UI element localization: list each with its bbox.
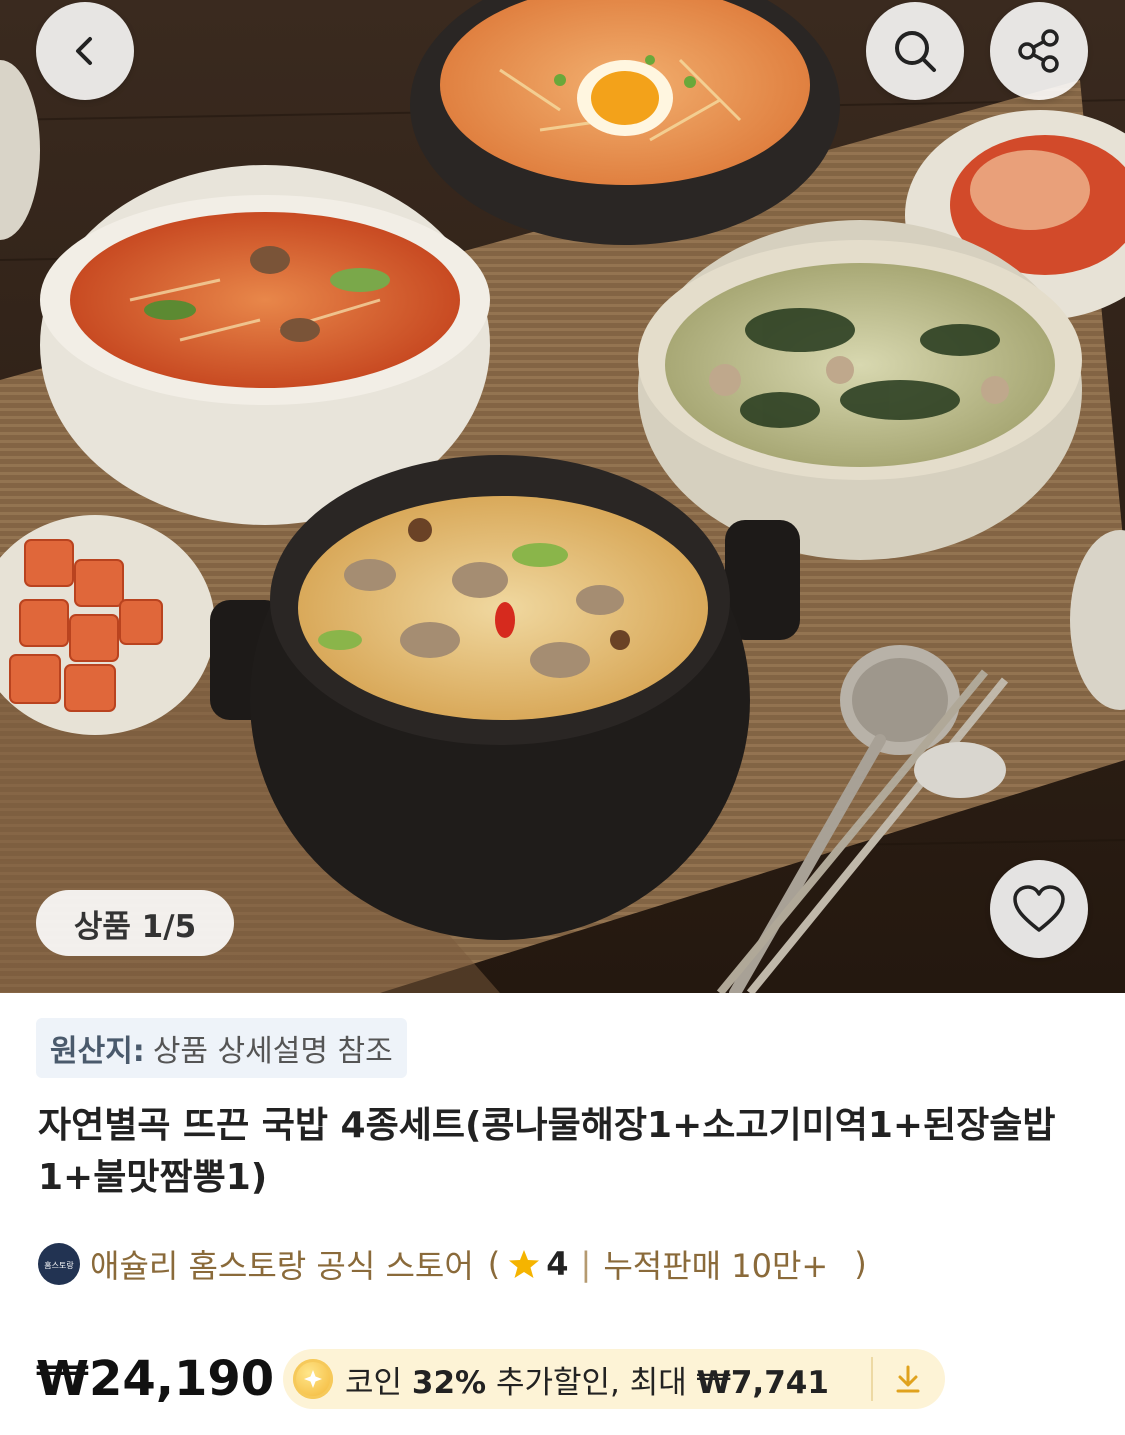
product-price: ₩24,190	[36, 1351, 275, 1407]
origin-badge: 원산지: 상품 상세설명 참조	[36, 1018, 407, 1078]
download-icon	[896, 1365, 920, 1393]
store-rating: 4	[546, 1245, 569, 1283]
back-button[interactable]	[36, 2, 134, 100]
coupon-divider	[871, 1357, 873, 1401]
origin-value: 상품 상세설명 참조	[152, 1034, 393, 1069]
image-counter: 상품 1/5	[36, 890, 234, 956]
coin-icon	[293, 1359, 333, 1399]
search-icon	[895, 31, 936, 72]
origin-label: 원산지:	[50, 1034, 145, 1069]
share-button[interactable]	[990, 2, 1088, 100]
product-title: 자연별곡 뜨끈 국밥 4종세트(콩나물해장1+소고기미역1+된장술밥1+불맛짬뽕…	[38, 1105, 1056, 1198]
download-coupon-button[interactable]	[888, 1359, 928, 1399]
cumulative-sales: 누적판매 10만+	[603, 1247, 829, 1285]
like-button[interactable]	[990, 860, 1088, 958]
food-photo	[0, 0, 1125, 993]
heart-outline-icon	[1013, 885, 1065, 932]
coin-discount-banner[interactable]: 코인 32% 추가할인, 최대 ₩7,741	[283, 1349, 945, 1409]
close-paren: )	[854, 1245, 867, 1283]
store-name-link[interactable]: 애슐리 홈스토랑 공식 스토어	[90, 1241, 474, 1287]
search-button[interactable]	[866, 2, 964, 100]
store-logo: 홈스토랑	[38, 1243, 80, 1285]
coin-discount-text: 코인 32% 추가할인, 최대 ₩7,741	[345, 1364, 829, 1401]
open-paren: (	[487, 1245, 501, 1283]
star-icon	[509, 1250, 540, 1278]
seller-row[interactable]: 홈스토랑 애슐리 홈스토랑 공식 스토어 ( 4 | 누적판매 10만+ )	[38, 1238, 867, 1290]
svg-text:홈스토랑: 홈스토랑	[44, 1260, 74, 1270]
chevron-left-icon	[76, 37, 92, 65]
share-icon	[1018, 29, 1059, 73]
product-image[interactable]: 상품 1/5	[0, 0, 1125, 993]
separator: |	[580, 1245, 592, 1283]
